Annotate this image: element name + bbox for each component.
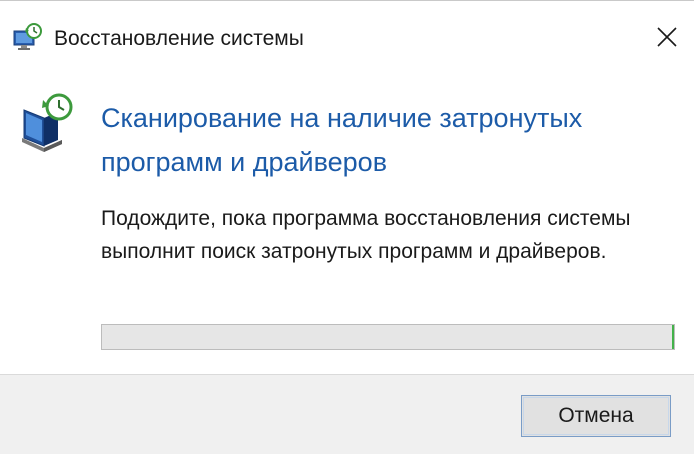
progress-accent: [672, 325, 674, 349]
cancel-button[interactable]: Отмена: [521, 395, 671, 437]
system-restore-icon: [12, 22, 44, 54]
system-restore-monitor-icon: [14, 90, 78, 154]
dialog-content: Сканирование на наличие затронутых прогр…: [0, 72, 694, 374]
progress-bar: [101, 324, 675, 350]
close-button[interactable]: [650, 22, 684, 56]
window-title: Восстановление системы: [54, 27, 304, 50]
dialog-heading: Сканирование на наличие затронутых прогр…: [101, 103, 583, 177]
title-bar[interactable]: Восстановление системы: [0, 0, 694, 72]
close-icon: [656, 26, 678, 53]
dialog-footer: Отмена: [0, 374, 694, 454]
dialog-description: Подождите, пока программа восстановления…: [101, 207, 631, 263]
system-restore-dialog: Восстановление системы Сканирование на н…: [0, 0, 694, 454]
